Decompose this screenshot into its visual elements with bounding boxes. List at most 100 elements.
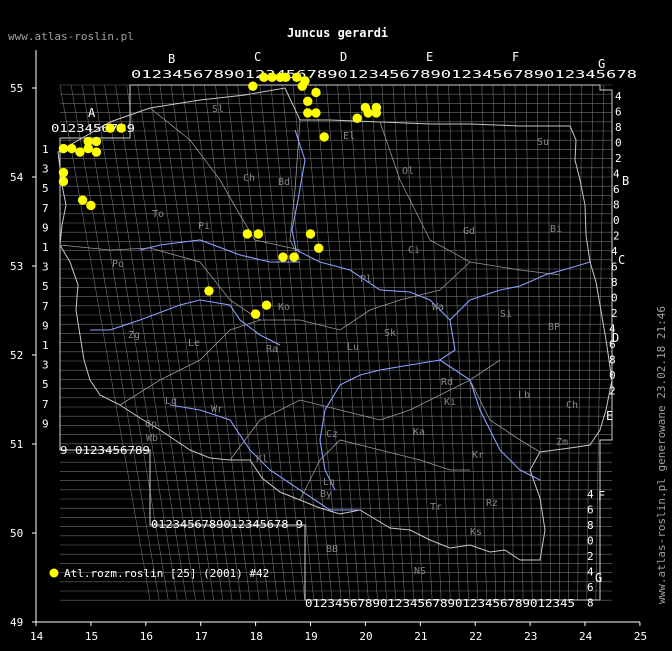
occurrence-point: [289, 252, 299, 262]
occurrence-point: [253, 229, 264, 239]
region-label: Si: [500, 309, 512, 320]
x-tick-label: 17: [195, 630, 208, 643]
grid-bottom-left: 9 0123456789: [60, 444, 150, 457]
region-label: BP: [548, 322, 560, 333]
site-url[interactable]: www.atlas-roslin.pl: [8, 30, 134, 43]
region-label: Lg: [165, 396, 177, 407]
grid-row-label: 2: [609, 385, 616, 398]
region-label: Sl: [212, 104, 224, 115]
zone-letter: E: [426, 50, 433, 64]
region-boundaries: [59, 107, 561, 501]
y-tick-label: 51: [10, 438, 23, 451]
grid-row-label: 4: [587, 566, 594, 579]
grid-bottom-right: 012345678901234567890123456789012345: [305, 597, 575, 610]
zone-letter: A: [88, 106, 96, 120]
region-label: Lu: [347, 342, 359, 353]
occurrence-point: [319, 132, 329, 142]
grid-row-label: 5: [42, 280, 49, 293]
region-label: Le: [188, 338, 200, 349]
axis-ticks: 14 15 16 17 18 19 20 21 22 23 24 2555545352515049: [10, 82, 647, 643]
grid-row-label: 8: [609, 354, 616, 367]
occurrence-point: [116, 123, 126, 133]
region-label: Rd: [441, 377, 453, 388]
legend-marker: [49, 568, 59, 578]
region-label: Wb: [146, 433, 158, 444]
grid-row-label: 8: [587, 519, 594, 532]
occurrence-point: [86, 200, 96, 211]
grid-row-label: 8: [611, 276, 618, 289]
region-label: NS: [414, 566, 426, 577]
y-tick-label: 55: [10, 82, 23, 95]
occurrence-point: [75, 147, 85, 157]
occurrence-point: [311, 108, 321, 118]
occurrence-point: [281, 72, 291, 83]
grid-row-label: 0: [609, 369, 616, 382]
grid-row-label: 9: [42, 417, 49, 430]
region-label: Rz: [486, 498, 498, 509]
zone-letter: G: [598, 57, 605, 71]
grid-row-label: 2: [613, 230, 620, 243]
generated-stamp: www.atlas-roslin.pl generowane 23.02.18 …: [655, 306, 668, 604]
x-tick-label: 21: [414, 630, 427, 643]
occurrence-point: [305, 229, 316, 239]
x-tick-label: 16: [140, 630, 153, 643]
zone-letter: C: [618, 253, 625, 267]
occurrence-point: [261, 300, 272, 310]
occurrence-point: [303, 96, 313, 107]
region-label: Ks: [470, 527, 482, 538]
region-label: Gd: [463, 226, 475, 237]
region-label: Cz: [326, 429, 338, 440]
region-label: Ki: [444, 397, 456, 408]
region-label: Zm: [556, 437, 568, 448]
zone-letter: B: [622, 174, 629, 188]
x-tick-label: 19: [305, 630, 318, 643]
occurrence-point: [66, 143, 77, 154]
occurrence-point: [77, 195, 88, 205]
occurrence-point: [363, 108, 373, 118]
occurrence-point: [58, 167, 69, 178]
x-tick-label: 23: [524, 630, 537, 643]
region-label: Tr: [430, 502, 442, 513]
region-label: Ka: [413, 427, 425, 438]
zone-letter: E: [606, 409, 613, 423]
occurrence-point: [58, 143, 69, 154]
grid-row-label: 6: [615, 106, 622, 119]
region-label: Pl: [360, 274, 372, 285]
grid-row-label: 4: [611, 245, 618, 258]
region-label: Kl: [256, 454, 268, 465]
zone-letter: G: [595, 571, 602, 585]
region-label: Wa: [432, 302, 444, 313]
x-tick-label: 24: [579, 630, 593, 643]
grid-row-label: 8: [587, 597, 594, 610]
grid-row-label: 1: [42, 241, 49, 254]
grid-row-label: 2: [587, 550, 594, 563]
grid-row-label: 7: [42, 398, 49, 411]
map-title: Juncus gerardi: [287, 26, 388, 40]
legend-label: Atl.rozm.roslin [25] (2001) #42: [64, 567, 269, 580]
grid-row-label: 0: [611, 292, 618, 305]
occurrence-point: [278, 252, 288, 262]
region-label: Op: [145, 419, 157, 430]
grid-row-label: 6: [587, 504, 594, 517]
grid-row-label: 7: [42, 202, 49, 215]
region-label: Zg: [128, 330, 140, 341]
grid-row-label: 3: [42, 359, 49, 372]
grid-row-label: 9: [42, 319, 49, 332]
grid-bottom-mid: 0123456789012345678 9: [151, 518, 303, 531]
x-tick-label: 18: [250, 630, 263, 643]
zone-letter: D: [340, 50, 347, 64]
grid-row-label: 0: [587, 535, 594, 548]
grid-row-label: 6: [587, 581, 594, 594]
region-label: To: [152, 209, 164, 220]
occurrence-point: [303, 108, 313, 118]
region-label: Ci: [408, 245, 420, 256]
region-label: Kr: [472, 450, 484, 461]
region-label: BB: [326, 544, 338, 555]
region-label: Su: [537, 137, 549, 148]
x-tick-label: 20: [359, 630, 372, 643]
occurrence-point: [311, 87, 321, 98]
occurrence-point: [314, 243, 324, 253]
y-tick-label: 49: [10, 616, 23, 629]
occurrence-point: [105, 123, 115, 133]
region-label: Ch: [566, 400, 578, 411]
